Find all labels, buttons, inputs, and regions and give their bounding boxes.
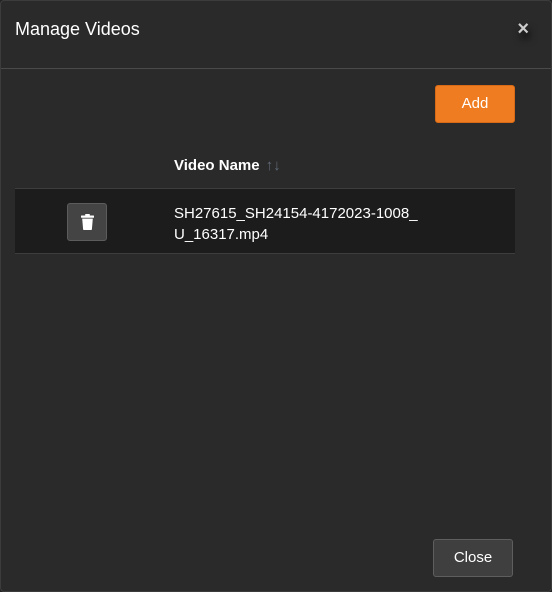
modal-title: Manage Videos (15, 19, 140, 39)
manage-videos-modal: Manage Videos × Add Video Name ↑↓ SH27615… (0, 0, 552, 592)
table-header: Video Name ↑↓ (15, 142, 515, 189)
add-button[interactable]: Add (435, 85, 515, 123)
videos-table: Video Name ↑↓ SH27615_SH24154-4172023-100… (15, 142, 515, 254)
table-row: SH27615_SH24154-4172023-1008_U_16317.mp4 (15, 189, 515, 254)
modal-header: Manage Videos × (1, 1, 551, 69)
close-button[interactable]: Close (433, 539, 513, 577)
video-name-cell: SH27615_SH24154-4172023-1008_U_16317.mp4 (174, 205, 418, 243)
column-header-label: Video Name (174, 157, 260, 174)
close-icon[interactable]: × (517, 17, 529, 41)
trash-icon (81, 214, 94, 230)
delete-video-button[interactable] (67, 203, 107, 241)
column-header-video-name[interactable]: Video Name ↑↓ (174, 157, 281, 174)
sort-icon[interactable]: ↑↓ (266, 157, 281, 174)
